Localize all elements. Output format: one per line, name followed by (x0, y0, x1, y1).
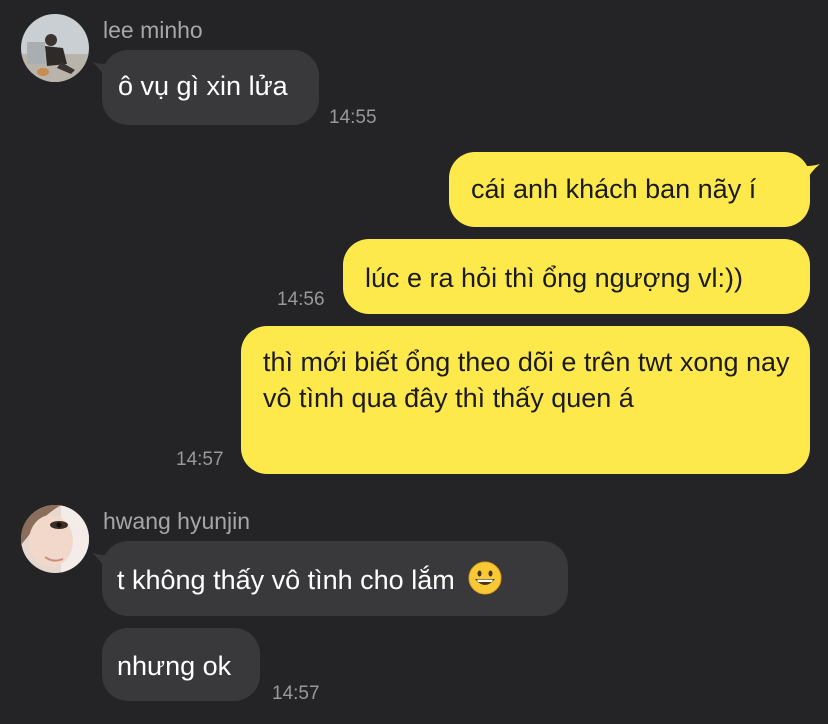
sender-name-lee-minho: lee minho (103, 17, 203, 43)
message-timestamp: 14:57 (176, 449, 224, 470)
bubble-tail (796, 164, 820, 182)
message-bubble-incoming[interactable]: ô vụ gì xin lửa (92, 50, 319, 125)
message-bubble-incoming[interactable]: nhưng ok (102, 628, 260, 701)
message-timestamp: 14:57 (272, 683, 320, 704)
bubble-tail (92, 553, 116, 571)
message-timestamp: 14:55 (329, 107, 377, 128)
avatar-lee-minho[interactable] (21, 14, 89, 82)
message-text: nhưng ok (117, 651, 232, 681)
message-timestamp: 14:56 (277, 289, 325, 310)
message-bubble-outgoing[interactable]: thì mới biết ổng theo dõi e trên twt xon… (241, 326, 810, 474)
message-text: lúc e ra hỏi thì ổng ngượng vl:)) (365, 263, 743, 293)
message-text: ô vụ gì xin lửa (118, 71, 288, 101)
sender-name-hwang-hyunjin: hwang hyunjin (103, 508, 251, 534)
bubble-tail (92, 62, 116, 80)
avatar-hwang-hyunjin[interactable] (21, 505, 89, 573)
grinning-face-emoji (468, 561, 502, 595)
message-text: cái anh khách ban nãy í (471, 174, 757, 204)
message-text: t không thấy vô tình cho lắm (117, 565, 455, 595)
message-text: thì mới biết ổng theo dõi e trên twt xon… (263, 347, 790, 413)
message-bubble-outgoing[interactable]: cái anh khách ban nãy í (449, 152, 820, 227)
message-bubble-incoming[interactable]: t không thấy vô tình cho lắm (92, 541, 568, 616)
message-bubble-outgoing[interactable]: lúc e ra hỏi thì ổng ngượng vl:)) (343, 239, 810, 314)
